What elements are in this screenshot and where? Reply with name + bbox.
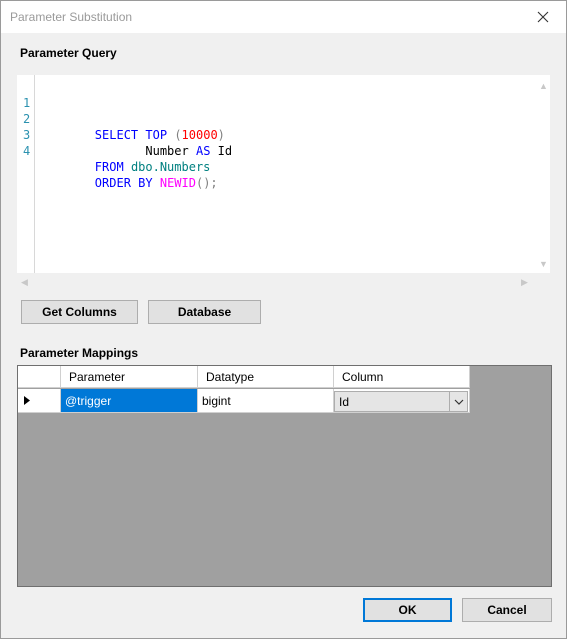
title-bar: Parameter Substitution bbox=[1, 1, 566, 33]
column-header-datatype[interactable]: Datatype bbox=[198, 366, 334, 388]
row-header[interactable] bbox=[18, 389, 61, 413]
scroll-left-icon[interactable]: ◀ bbox=[21, 277, 28, 288]
scroll-down-icon[interactable]: ▼ bbox=[539, 259, 548, 269]
sql-keyword: BY bbox=[138, 176, 153, 190]
parameter-mappings-label: Parameter Mappings bbox=[20, 346, 139, 360]
close-icon bbox=[537, 11, 549, 23]
parameter-query-label: Parameter Query bbox=[20, 46, 117, 60]
parameter-substitution-dialog: Parameter Substitution Parameter Query 1… bbox=[0, 0, 567, 639]
sql-function: NEWID bbox=[159, 176, 196, 190]
code-line-2: 2 Number AS Id bbox=[17, 95, 232, 158]
code-line-3: 3 FROM dbo.Numbers bbox=[17, 111, 210, 174]
cancel-button[interactable]: Cancel bbox=[462, 598, 552, 622]
parameter-query-editor[interactable]: 1 SELECT TOP (10000) 2 Number AS Id 3 FR… bbox=[17, 75, 550, 287]
get-columns-button[interactable]: Get Columns bbox=[21, 300, 138, 324]
line-number: 4 bbox=[23, 144, 31, 158]
cell-parameter[interactable]: @trigger bbox=[61, 389, 198, 413]
column-header-parameter[interactable]: Parameter bbox=[61, 366, 198, 388]
column-select-value: Id bbox=[339, 394, 350, 409]
grid-corner-header bbox=[18, 366, 61, 388]
sql-identifier: Id bbox=[217, 144, 233, 158]
database-button[interactable]: Database bbox=[148, 300, 261, 324]
dropdown-button[interactable] bbox=[449, 392, 467, 411]
scroll-right-icon[interactable]: ▶ bbox=[521, 277, 528, 288]
sql-keyword: ORDER bbox=[94, 176, 131, 190]
window-title: Parameter Substitution bbox=[10, 10, 133, 24]
column-header-column[interactable]: Column bbox=[334, 366, 470, 388]
ok-button[interactable]: OK bbox=[363, 598, 452, 622]
code-line-4: 4 ORDER BY NEWID(); bbox=[23, 144, 218, 190]
close-button[interactable] bbox=[520, 1, 566, 33]
cell-datatype[interactable]: bigint bbox=[198, 389, 334, 413]
code-line-1: 1 SELECT TOP (10000) bbox=[23, 96, 225, 142]
column-select[interactable]: Id bbox=[334, 391, 468, 412]
row-pointer-icon bbox=[24, 396, 30, 405]
chevron-down-icon bbox=[454, 399, 463, 405]
scroll-up-icon[interactable]: ▲ bbox=[539, 81, 548, 91]
parameter-mappings-grid[interactable]: Parameter Datatype Column @trigger bigin… bbox=[17, 365, 552, 587]
